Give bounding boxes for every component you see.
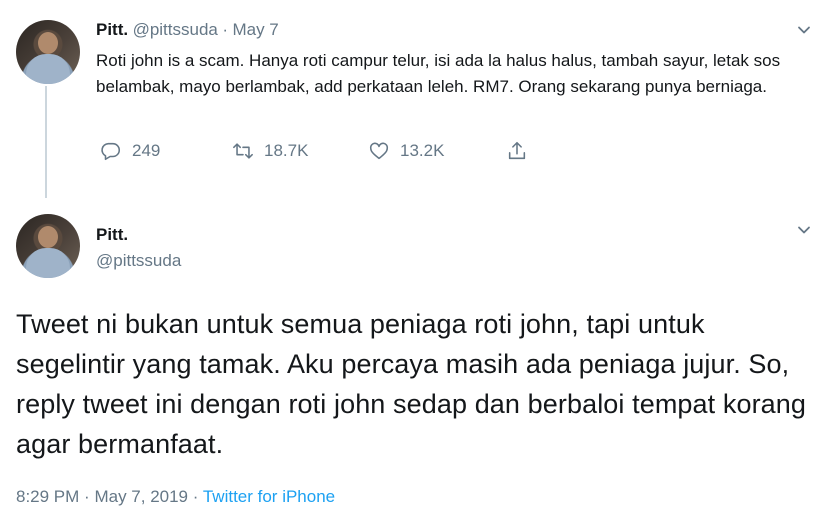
retweet-button[interactable]: 18.7K <box>232 140 308 162</box>
tweet-text: Tweet ni bukan untuk semua peniaga roti … <box>16 309 807 459</box>
author-name[interactable]: Pitt. <box>96 20 128 39</box>
like-button[interactable]: 13.2K <box>368 140 444 162</box>
reply-icon <box>100 140 122 162</box>
separator: · <box>192 487 199 506</box>
tweet-time[interactable]: 8:29 PM <box>16 487 79 506</box>
tweet-actions: 249 18.7K 13.2K <box>100 140 540 164</box>
tweet-full-date[interactable]: May 7, 2019 <box>94 487 188 506</box>
like-count: 13.2K <box>400 141 445 160</box>
author-handle[interactable]: @pittssuda <box>133 20 218 39</box>
avatar[interactable] <box>16 20 80 84</box>
retweet-icon <box>232 140 254 162</box>
tweet-header: Pitt. @pittssuda · May 7 <box>96 20 279 40</box>
share-button[interactable] <box>506 140 528 162</box>
thread-line <box>45 86 47 198</box>
avatar[interactable] <box>16 214 80 278</box>
chevron-down-icon[interactable] <box>796 222 812 238</box>
share-icon <box>506 140 528 162</box>
tweet-date[interactable]: May 7 <box>232 20 278 39</box>
author-handle[interactable]: @pittssuda <box>96 251 181 271</box>
tweet-text: Roti john is a scam. Hanya roti campur t… <box>96 51 781 96</box>
tweet-source-link[interactable]: Twitter for iPhone <box>203 487 335 506</box>
reply-count: 249 <box>132 141 161 160</box>
tweet-footer: 8:29 PM · May 7, 2019 · Twitter for iPho… <box>16 487 335 507</box>
separator: · <box>84 487 90 506</box>
like-icon <box>368 140 390 162</box>
chevron-down-icon[interactable] <box>796 22 812 38</box>
separator: · <box>222 20 228 39</box>
retweet-count: 18.7K <box>264 141 309 160</box>
reply-button[interactable]: 249 <box>100 140 160 162</box>
author-name[interactable]: Pitt. <box>96 225 128 245</box>
